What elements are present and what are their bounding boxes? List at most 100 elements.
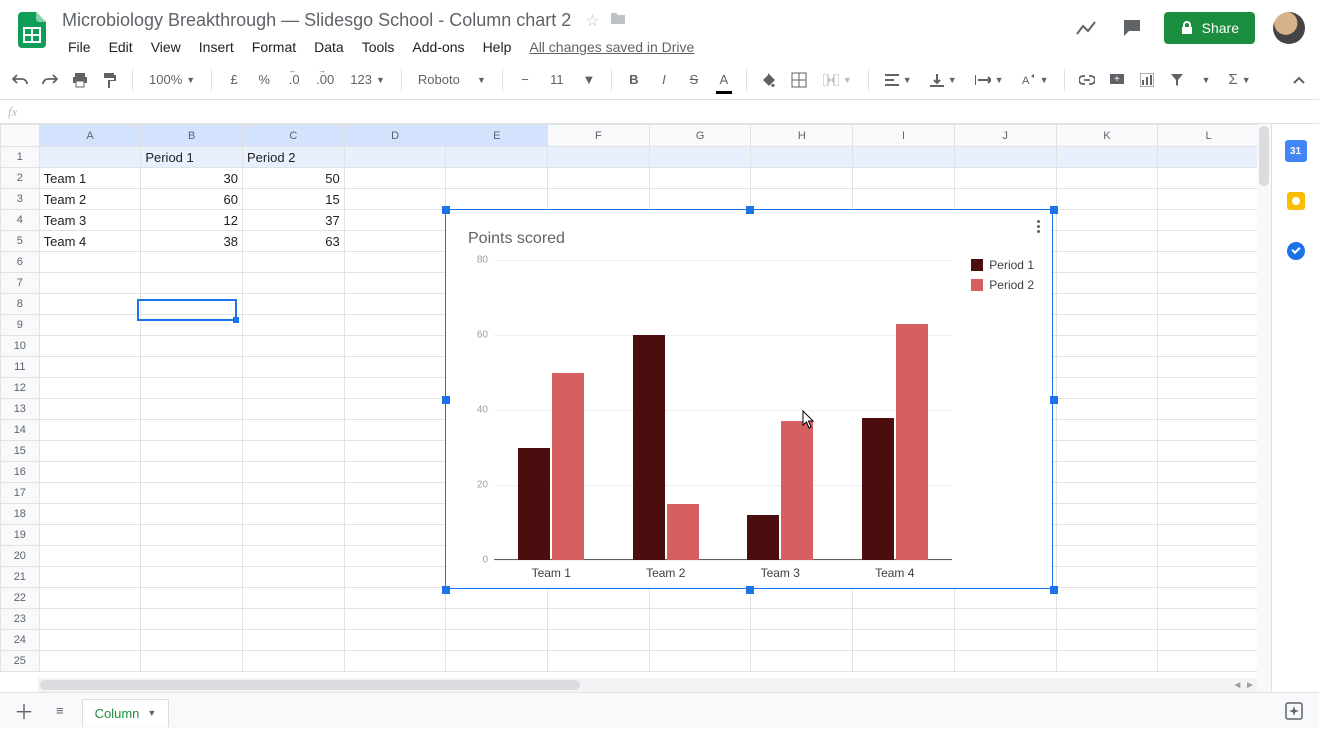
row-header-14[interactable]: 14 (1, 420, 40, 441)
vertical-scrollbar[interactable] (1257, 124, 1271, 692)
zoom-dropdown[interactable]: 100%▼ (143, 72, 201, 87)
cell-A25[interactable] (39, 651, 141, 672)
cell-A17[interactable] (39, 483, 141, 504)
wrap-button[interactable]: ▼ (969, 74, 1010, 86)
cell-L6[interactable] (1158, 252, 1260, 273)
redo-button[interactable] (38, 67, 62, 93)
cell-H22[interactable] (751, 588, 853, 609)
row-header-7[interactable]: 7 (1, 273, 40, 294)
cell-B17[interactable] (141, 483, 243, 504)
cell-J24[interactable] (954, 630, 1056, 651)
account-avatar[interactable] (1273, 12, 1305, 44)
menu-insert[interactable]: Insert (191, 35, 242, 59)
chart-menu-icon[interactable] (1037, 220, 1040, 233)
cell-L22[interactable] (1158, 588, 1260, 609)
col-header-H[interactable]: H (751, 125, 853, 147)
row-header-18[interactable]: 18 (1, 504, 40, 525)
cell-E24[interactable] (446, 630, 548, 651)
cell-B24[interactable] (141, 630, 243, 651)
cell-E3[interactable] (446, 189, 548, 210)
cell-K4[interactable] (1056, 210, 1158, 231)
cell-J23[interactable] (954, 609, 1056, 630)
cell-A6[interactable] (39, 252, 141, 273)
chart-resize-handle[interactable] (442, 206, 450, 214)
cell-C3[interactable]: 15 (243, 189, 345, 210)
cell-C5[interactable]: 63 (243, 231, 345, 252)
cell-C21[interactable] (243, 567, 345, 588)
cell-I23[interactable] (853, 609, 955, 630)
cell-K15[interactable] (1056, 441, 1158, 462)
cell-L13[interactable] (1158, 399, 1260, 420)
cell-H3[interactable] (751, 189, 853, 210)
col-header-I[interactable]: I (853, 125, 955, 147)
cell-G1[interactable] (649, 147, 751, 168)
cell-D2[interactable] (344, 168, 446, 189)
select-all-corner[interactable] (1, 125, 40, 147)
row-header-24[interactable]: 24 (1, 630, 40, 651)
cell-G2[interactable] (649, 168, 751, 189)
cell-L5[interactable] (1158, 231, 1260, 252)
col-header-E[interactable]: E (446, 125, 548, 147)
cell-A11[interactable] (39, 357, 141, 378)
cell-D9[interactable] (344, 315, 446, 336)
cell-J1[interactable] (954, 147, 1056, 168)
cell-C2[interactable]: 50 (243, 168, 345, 189)
cell-C14[interactable] (243, 420, 345, 441)
cell-A19[interactable] (39, 525, 141, 546)
cell-D23[interactable] (344, 609, 446, 630)
cell-H2[interactable] (751, 168, 853, 189)
menu-data[interactable]: Data (306, 35, 352, 59)
col-header-B[interactable]: B (141, 125, 243, 147)
move-folder-icon[interactable] (610, 11, 626, 30)
cell-D13[interactable] (344, 399, 446, 420)
cell-A12[interactable] (39, 378, 141, 399)
cell-D21[interactable] (344, 567, 446, 588)
cell-C17[interactable] (243, 483, 345, 504)
cell-I24[interactable] (853, 630, 955, 651)
cell-J3[interactable] (954, 189, 1056, 210)
cell-K9[interactable] (1056, 315, 1158, 336)
cell-K12[interactable] (1056, 378, 1158, 399)
font-size-input[interactable]: 11 (543, 72, 571, 87)
cell-A3[interactable]: Team 2 (39, 189, 141, 210)
percent-button[interactable]: % (252, 67, 276, 93)
cell-D18[interactable] (344, 504, 446, 525)
col-header-K[interactable]: K (1056, 125, 1158, 147)
cell-K8[interactable] (1056, 294, 1158, 315)
row-header-21[interactable]: 21 (1, 567, 40, 588)
insert-chart-button[interactable] (1135, 67, 1159, 93)
menu-format[interactable]: Format (244, 35, 304, 59)
calendar-icon[interactable]: 31 (1285, 140, 1307, 162)
row-header-15[interactable]: 15 (1, 441, 40, 462)
menu-help[interactable]: Help (475, 35, 520, 59)
cell-B7[interactable] (141, 273, 243, 294)
cell-K21[interactable] (1056, 567, 1158, 588)
cell-A4[interactable]: Team 3 (39, 210, 141, 231)
col-header-F[interactable]: F (548, 125, 650, 147)
cell-D19[interactable] (344, 525, 446, 546)
cell-D8[interactable] (344, 294, 446, 315)
cell-D14[interactable] (344, 420, 446, 441)
cell-C18[interactable] (243, 504, 345, 525)
cell-K24[interactable] (1056, 630, 1158, 651)
cell-D12[interactable] (344, 378, 446, 399)
paint-format-button[interactable] (98, 67, 122, 93)
col-header-J[interactable]: J (954, 125, 1056, 147)
cell-B1[interactable]: Period 1 (141, 147, 243, 168)
col-header-A[interactable]: A (39, 125, 141, 147)
cell-C16[interactable] (243, 462, 345, 483)
cell-C13[interactable] (243, 399, 345, 420)
col-header-C[interactable]: C (243, 125, 345, 147)
cell-L20[interactable] (1158, 546, 1260, 567)
cell-D11[interactable] (344, 357, 446, 378)
rotate-button[interactable]: A▼ (1016, 73, 1055, 87)
filter-button[interactable] (1165, 67, 1189, 93)
cell-L17[interactable] (1158, 483, 1260, 504)
cell-L12[interactable] (1158, 378, 1260, 399)
cell-L3[interactable] (1158, 189, 1260, 210)
cell-B25[interactable] (141, 651, 243, 672)
cell-L8[interactable] (1158, 294, 1260, 315)
cell-K6[interactable] (1056, 252, 1158, 273)
cell-A2[interactable]: Team 1 (39, 168, 141, 189)
cell-F22[interactable] (548, 588, 650, 609)
